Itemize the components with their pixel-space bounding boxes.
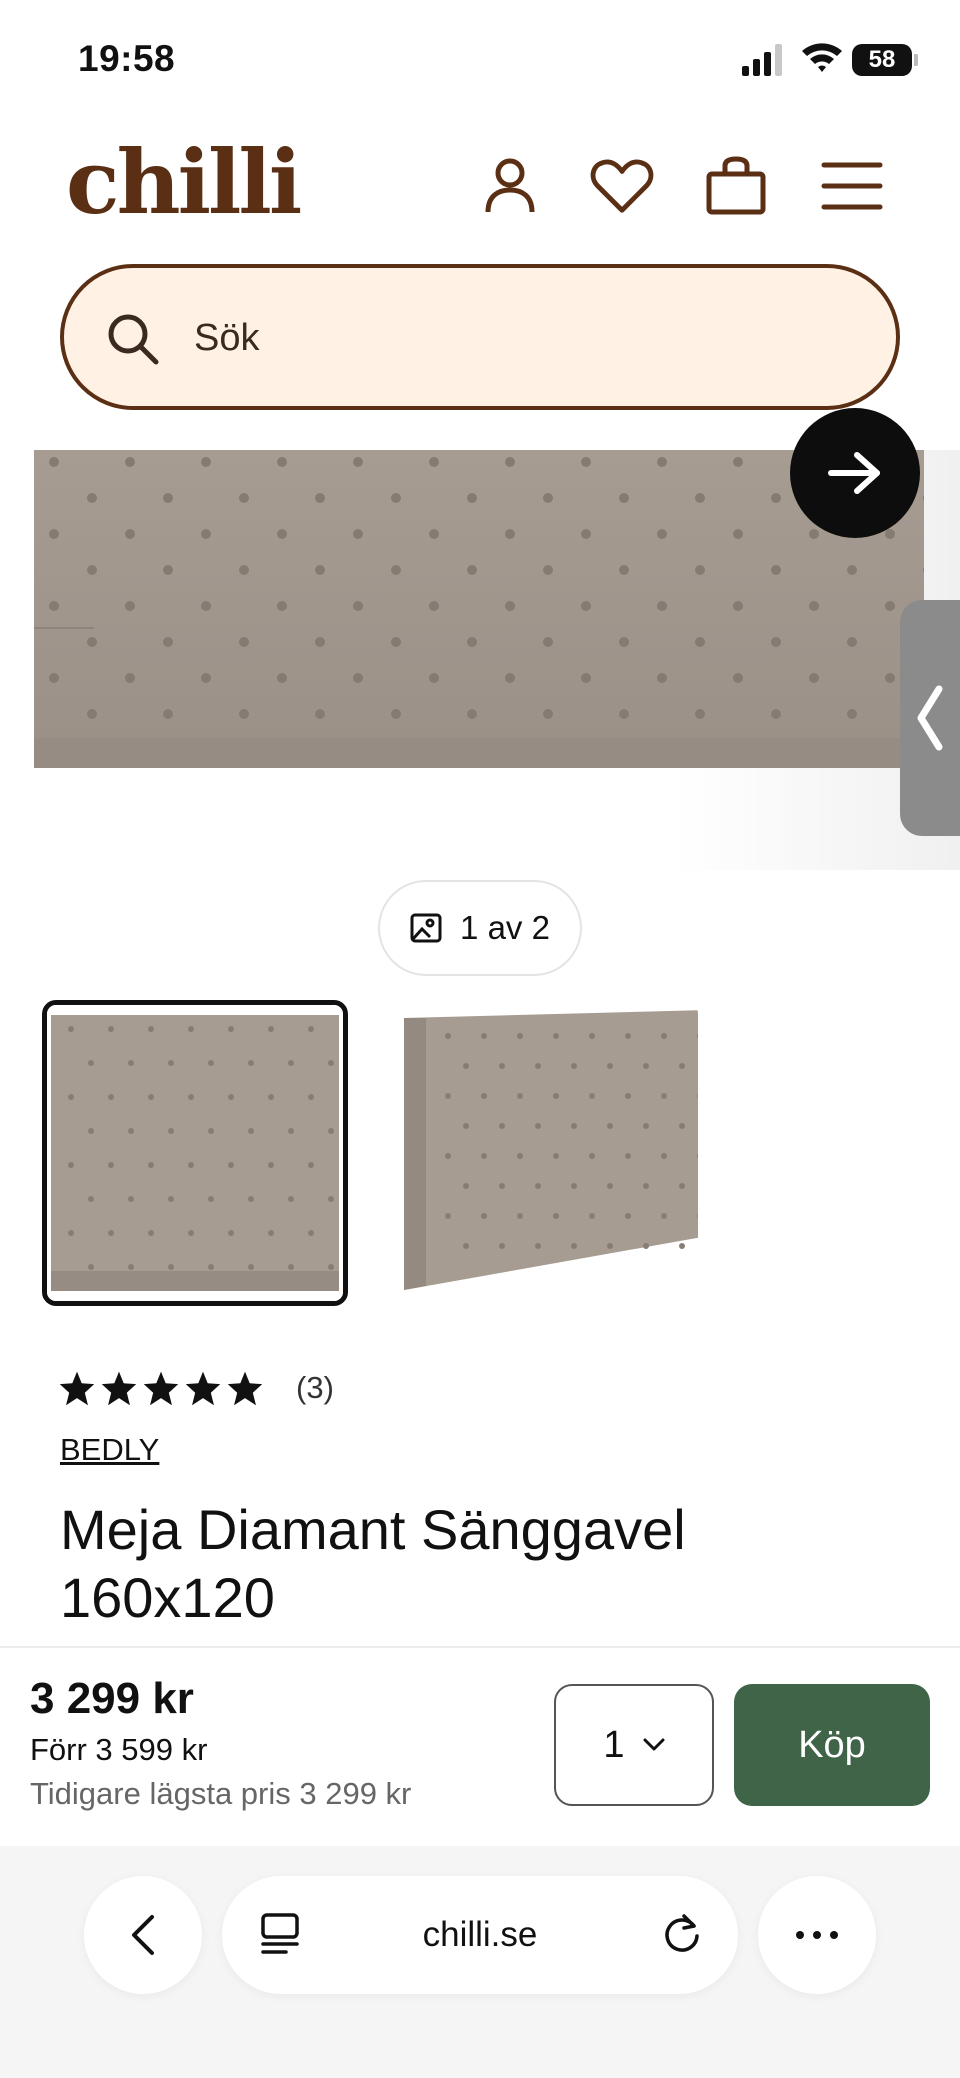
star-icon (185, 1371, 221, 1406)
review-count[interactable]: (3) (296, 1370, 334, 1406)
star-icon (101, 1371, 137, 1406)
headboard-image (34, 450, 924, 768)
site-header: chilli (0, 130, 960, 250)
star-icon (59, 1371, 95, 1406)
url-bar[interactable]: chilli.se (222, 1876, 738, 1994)
browser-toolbar: chilli.se (0, 1846, 960, 2078)
battery-level: 58 (868, 46, 896, 73)
heart-icon[interactable] (590, 154, 654, 218)
thumbnail-1[interactable] (42, 1000, 348, 1306)
status-bar: 19:58 58 (0, 0, 960, 120)
buy-bar: 3 299 kr Förr 3 599 kr Tidigare lägsta p… (0, 1646, 960, 1846)
star-icon (227, 1371, 263, 1406)
status-time: 19:58 (78, 38, 176, 79)
back-button[interactable] (84, 1876, 202, 1994)
lowest-price: Tidigare lägsta pris 3 299 kr (30, 1776, 412, 1811)
battery-icon: 58 (852, 44, 912, 76)
price: 3 299 kr (30, 1674, 194, 1723)
brand-link[interactable]: BEDLY (60, 1432, 159, 1468)
wifi-icon (802, 43, 842, 72)
chevron-left-icon (917, 685, 943, 751)
quantity-value: 1 (603, 1723, 625, 1766)
arrow-right-icon (828, 452, 880, 494)
chilli-logo[interactable]: chilli (66, 138, 302, 226)
search-bar[interactable] (60, 264, 900, 410)
previous-price: Förr 3 599 kr (30, 1732, 208, 1767)
more-button[interactable] (758, 1876, 876, 1994)
thumbnail-image (47, 1005, 343, 1301)
more-icon (796, 1931, 838, 1939)
bag-icon[interactable] (704, 154, 768, 218)
image-counter: 1 av 2 (378, 880, 582, 976)
image-counter-label: 1 av 2 (460, 909, 550, 946)
star-icon (143, 1371, 179, 1406)
rating[interactable]: (3) (58, 1370, 334, 1406)
product-title: Meja Diamant Sänggavel 160x120 (60, 1498, 686, 1629)
image-icon (410, 913, 442, 943)
quantity-select[interactable]: 1 (554, 1684, 714, 1806)
user-icon[interactable] (478, 154, 542, 218)
back-icon (132, 1915, 154, 1955)
search-input[interactable] (194, 312, 834, 364)
signal-icon (742, 44, 782, 76)
battery-tip (914, 54, 918, 66)
thumbnail-2[interactable] (392, 1000, 698, 1306)
star-rating (58, 1370, 264, 1406)
menu-icon[interactable] (820, 154, 884, 218)
reload-icon[interactable] (660, 1912, 704, 1956)
buy-button[interactable]: Köp (734, 1684, 930, 1806)
thumbnail-image (392, 1000, 698, 1306)
reader-icon[interactable] (258, 1912, 302, 1956)
side-panel-tab[interactable] (900, 600, 960, 836)
chevron-down-icon (643, 1738, 665, 1751)
next-image-button[interactable] (790, 408, 920, 538)
search-icon (108, 314, 159, 365)
